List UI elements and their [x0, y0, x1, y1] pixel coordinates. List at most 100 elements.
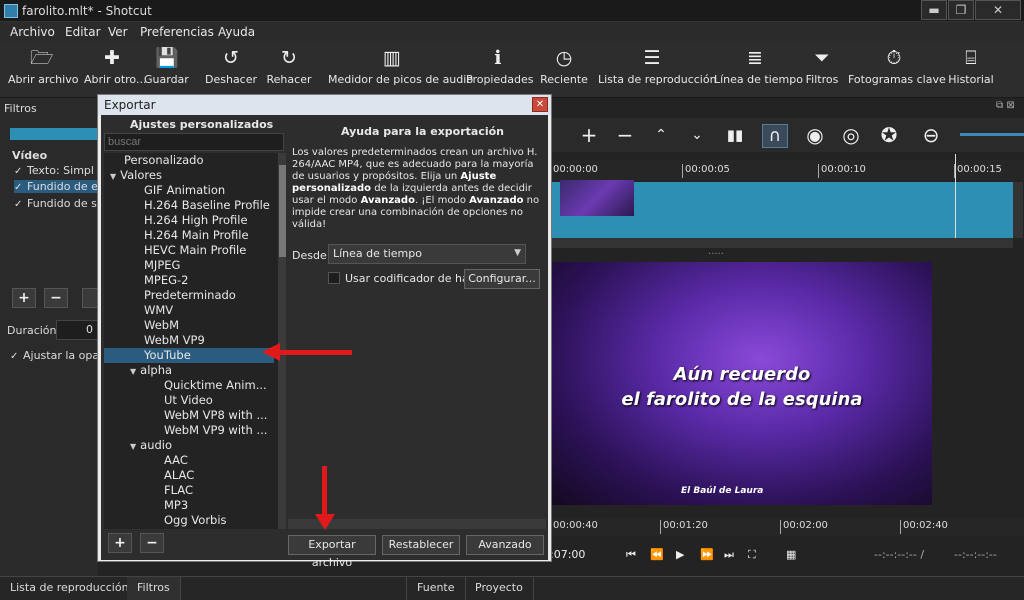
remove-icon[interactable]: − [612, 124, 638, 148]
restore-button[interactable]: ❐ [948, 0, 974, 20]
tab-filters[interactable]: Filtros [127, 577, 181, 600]
minimize-button[interactable]: ▬ [921, 0, 947, 20]
split-icon[interactable]: ▮▮ [722, 124, 748, 148]
preset-item[interactable]: Quicktime Anim... [104, 378, 274, 393]
playhead[interactable] [955, 154, 956, 238]
preset-item[interactable]: WebM VP8 with ... [104, 408, 274, 423]
check-icon[interactable]: ✓ [10, 351, 19, 362]
preset-item[interactable]: Ogg Vorbis [104, 513, 274, 528]
splitter-handle[interactable]: ..... [708, 246, 724, 257]
add-filter-button[interactable]: + [12, 288, 36, 308]
check-icon[interactable]: ✓ [14, 182, 23, 193]
preset-item[interactable]: ▼ alpha [104, 363, 274, 378]
add-preset-button[interactable]: + [108, 533, 132, 553]
tab-project[interactable]: Proyecto [465, 577, 534, 600]
check-icon[interactable]: ✓ [14, 199, 23, 210]
redo-button[interactable]: ↻ Rehacer [264, 46, 314, 86]
preset-item[interactable]: Personalizado [104, 153, 274, 168]
timeline-button[interactable]: ≣ Línea de tiempo [714, 46, 803, 86]
preset-item[interactable]: ALAC [104, 468, 274, 483]
history-button[interactable]: ⌸ Historial [948, 46, 994, 86]
zoom-out-icon[interactable]: ⊖ [918, 124, 944, 148]
clip-thumbnail[interactable] [560, 180, 634, 216]
menu-preferencias[interactable]: Preferencias [140, 25, 214, 39]
preset-item[interactable]: H.264 High Profile [104, 213, 274, 228]
fullscreen-icon[interactable]: ⛶ [748, 548, 756, 562]
preset-item[interactable]: ▼ Valores [104, 168, 274, 183]
skip-previous-icon[interactable]: ⏮ [626, 548, 636, 562]
scrub-icon[interactable]: ◉ [802, 124, 828, 148]
preset-item[interactable]: Predeterminado [104, 288, 274, 303]
copy-filter-button[interactable] [82, 288, 98, 308]
snap-icon[interactable]: ∩ [762, 124, 788, 148]
grid-icon[interactable]: ▦ [786, 548, 796, 561]
preset-item[interactable]: WMV [104, 303, 274, 318]
save-button[interactable]: 💾 Guardar [144, 46, 189, 86]
export-file-button[interactable]: Exportar archivo [288, 535, 376, 569]
tab-source[interactable]: Fuente [406, 577, 466, 600]
preset-item[interactable]: WebM VP9 with ... [104, 423, 274, 438]
zoom-slider[interactable] [960, 133, 1024, 136]
append-icon[interactable]: + [576, 124, 602, 148]
preset-item[interactable]: AAC [104, 453, 274, 468]
tab-playlist[interactable]: Lista de reproducción [0, 577, 140, 600]
open-other-button[interactable]: ✚ Abrir otro... [84, 46, 146, 86]
remove-preset-button[interactable]: − [140, 533, 164, 553]
preset-item[interactable]: MJPEG [104, 258, 274, 273]
configure-button[interactable]: Configurar... [464, 269, 540, 289]
from-select[interactable]: Línea de tiempo ▼ [328, 244, 526, 264]
close-window-button[interactable]: ✕ [975, 0, 1021, 20]
filter-item[interactable]: ✓ Texto: Simpl [14, 164, 94, 177]
check-icon[interactable]: ✓ [14, 166, 23, 177]
preset-list-scrollbar[interactable] [278, 153, 286, 529]
lift-icon[interactable]: ⌃ [648, 124, 674, 148]
dock-float-close-icons[interactable]: ⧉ ⊠ [996, 100, 1022, 114]
overwrite-icon[interactable]: ⌄ [684, 124, 710, 148]
filters-button[interactable]: ⏷ Filtros [804, 46, 840, 86]
hw-encoder-checkbox[interactable] [328, 272, 340, 284]
skip-next-icon[interactable]: ⏭ [724, 548, 734, 562]
preset-search-input[interactable] [104, 133, 284, 151]
player-ruler[interactable]: 00:00:40 00:01:20 00:02:00 00:02:40 [550, 518, 1024, 536]
expand-arrow-icon[interactable]: ▼ [130, 439, 136, 454]
rewind-icon[interactable]: ⏪ [650, 548, 664, 561]
expand-arrow-icon[interactable]: ▼ [110, 169, 116, 184]
open-file-button[interactable]: 🗁 Abrir archivo [8, 46, 78, 86]
advanced-button[interactable]: Avanzado [466, 535, 544, 555]
reset-button[interactable]: Restablecer [382, 535, 460, 555]
filter-item[interactable]: ✓ Fundido de s [14, 197, 97, 210]
preset-item[interactable]: GIF Animation [104, 183, 274, 198]
adjust-opacity-option[interactable]: ✓ Ajustar la opac [10, 349, 105, 362]
timeline-hscroll[interactable] [550, 238, 1013, 248]
properties-button[interactable]: ℹ Propiedades [466, 46, 533, 86]
menu-archivo[interactable]: Archivo [10, 25, 55, 39]
preset-item[interactable]: MP3 [104, 498, 274, 513]
recent-button[interactable]: ◷ Reciente [540, 46, 588, 86]
expand-arrow-icon[interactable]: ▼ [130, 364, 136, 379]
preset-item[interactable]: Ut Video [104, 393, 274, 408]
play-icon[interactable]: ▶ [676, 548, 684, 561]
audio-meter-button[interactable]: ▥ Medidor de picos de audio [328, 46, 473, 86]
menu-ayuda[interactable]: Ayuda [218, 25, 255, 39]
preset-item[interactable]: YouTube [104, 348, 274, 363]
undo-button[interactable]: ↺ Deshacer [205, 46, 257, 86]
ripple-icon[interactable]: ◎ [838, 124, 864, 148]
duration-field[interactable]: 0 [56, 320, 98, 340]
preset-item[interactable]: WebM [104, 318, 274, 333]
timeline-vscroll[interactable] [1013, 182, 1023, 238]
filter-item-selected[interactable]: ✓ Fundido de e [14, 180, 108, 193]
preset-item[interactable]: H.264 Main Profile [104, 228, 274, 243]
dialog-close-icon[interactable]: ✕ [532, 97, 548, 112]
menu-editar[interactable]: Editar [65, 25, 101, 39]
preset-item[interactable]: ▼ audio [104, 438, 274, 453]
preset-item[interactable]: MPEG-2 [104, 273, 274, 288]
preset-item[interactable]: WebM VP9 [104, 333, 274, 348]
ripple-all-icon[interactable]: ✪ [876, 124, 902, 148]
scrollbar-thumb[interactable] [279, 165, 286, 257]
playlist-button[interactable]: ☰ Lista de reproducción [598, 46, 717, 86]
menu-ver[interactable]: Ver [108, 25, 128, 39]
remove-filter-button[interactable]: − [44, 288, 68, 308]
preset-item[interactable]: FLAC [104, 483, 274, 498]
preset-item[interactable]: HEVC Main Profile [104, 243, 274, 258]
fast-forward-icon[interactable]: ⏩ [700, 548, 714, 561]
